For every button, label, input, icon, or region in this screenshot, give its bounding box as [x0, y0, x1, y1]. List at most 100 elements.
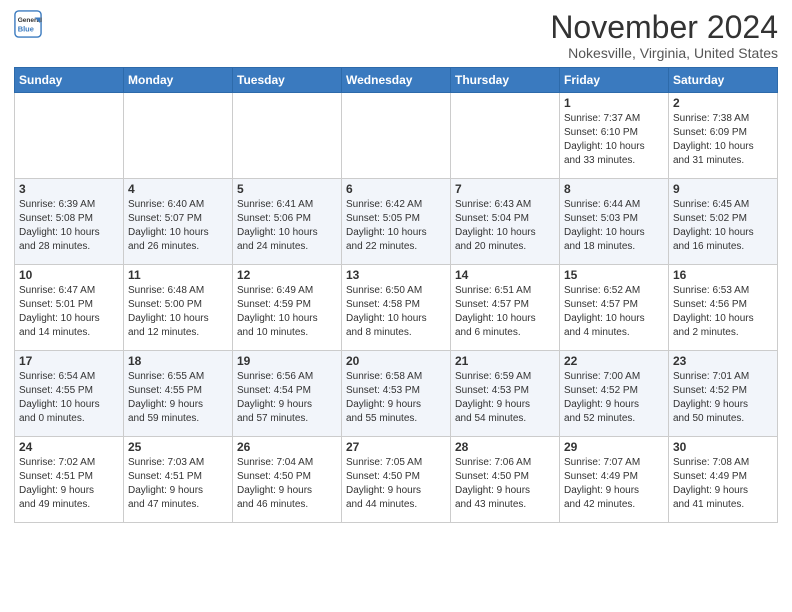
day-number: 14 [455, 268, 555, 282]
weekday-header-thursday: Thursday [451, 68, 560, 93]
day-info: Sunrise: 6:43 AMSunset: 5:04 PMDaylight:… [455, 198, 555, 254]
day-number: 2 [673, 96, 773, 110]
day-info: Sunrise: 6:49 AMSunset: 4:59 PMDaylight:… [237, 284, 337, 340]
svg-text:Blue: Blue [18, 24, 34, 33]
weekday-header-tuesday: Tuesday [233, 68, 342, 93]
day-info: Sunrise: 6:42 AMSunset: 5:05 PMDaylight:… [346, 198, 446, 254]
day-number: 19 [237, 354, 337, 368]
calendar: SundayMondayTuesdayWednesdayThursdayFrid… [14, 67, 778, 523]
calendar-cell: 12 Sunrise: 6:49 AMSunset: 4:59 PMDayligh… [233, 265, 342, 351]
day-number: 23 [673, 354, 773, 368]
day-info: Sunrise: 7:05 AMSunset: 4:50 PMDaylight:… [346, 456, 446, 512]
day-number: 22 [564, 354, 664, 368]
weekday-header-row: SundayMondayTuesdayWednesdayThursdayFrid… [15, 68, 778, 93]
day-number: 7 [455, 182, 555, 196]
weekday-header-wednesday: Wednesday [342, 68, 451, 93]
calendar-cell: 24 Sunrise: 7:02 AMSunset: 4:51 PMDayligh… [15, 437, 124, 523]
calendar-cell: 13Sunrise: 6:50 AMSunset: 4:58 PMDayligh… [342, 265, 451, 351]
day-info: Sunrise: 6:56 AMSunset: 4:54 PMDaylight:… [237, 370, 337, 426]
day-info: Sunrise: 7:06 AMSunset: 4:50 PMDaylight:… [455, 456, 555, 512]
day-info: Sunrise: 6:50 AMSunset: 4:58 PMDaylight:… [346, 284, 446, 340]
calendar-cell: 28 Sunrise: 7:06 AMSunset: 4:50 PMDayligh… [451, 437, 560, 523]
calendar-cell: 30Sunrise: 7:08 AMSunset: 4:49 PMDayligh… [669, 437, 778, 523]
day-info: Sunrise: 7:37 AMSunset: 6:10 PMDaylight:… [564, 112, 664, 168]
day-info: Sunrise: 6:45 AMSunset: 5:02 PMDaylight:… [673, 198, 773, 254]
weekday-header-monday: Monday [124, 68, 233, 93]
day-number: 29 [564, 440, 664, 454]
calendar-week-4: 24 Sunrise: 7:02 AMSunset: 4:51 PMDayligh… [15, 437, 778, 523]
day-info: Sunrise: 6:39 AMSunset: 5:08 PMDaylight:… [19, 198, 119, 254]
day-number: 16 [673, 268, 773, 282]
month-title: November 2024 [550, 10, 778, 45]
calendar-cell: 7 Sunrise: 6:43 AMSunset: 5:04 PMDaylight… [451, 179, 560, 265]
day-number: 10 [19, 268, 119, 282]
calendar-week-1: 3 Sunrise: 6:39 AMSunset: 5:08 PMDaylight… [15, 179, 778, 265]
calendar-cell: 25 Sunrise: 7:03 AMSunset: 4:51 PMDayligh… [124, 437, 233, 523]
day-info: Sunrise: 6:48 AMSunset: 5:00 PMDaylight:… [128, 284, 228, 340]
calendar-cell: 5Sunrise: 6:41 AMSunset: 5:06 PMDaylight… [233, 179, 342, 265]
day-number: 24 [19, 440, 119, 454]
day-number: 21 [455, 354, 555, 368]
day-info: Sunrise: 6:58 AMSunset: 4:53 PMDaylight:… [346, 370, 446, 426]
calendar-cell [124, 93, 233, 179]
title-block: November 2024 Nokesville, Virginia, Unit… [550, 10, 778, 61]
day-number: 25 [128, 440, 228, 454]
calendar-cell: 4Sunrise: 6:40 AMSunset: 5:07 PMDaylight… [124, 179, 233, 265]
day-number: 8 [564, 182, 664, 196]
calendar-cell: 29Sunrise: 7:07 AMSunset: 4:49 PMDayligh… [560, 437, 669, 523]
calendar-cell [233, 93, 342, 179]
calendar-week-3: 17 Sunrise: 6:54 AMSunset: 4:55 PMDayligh… [15, 351, 778, 437]
calendar-cell: 23Sunrise: 7:01 AMSunset: 4:52 PMDayligh… [669, 351, 778, 437]
calendar-cell: 22 Sunrise: 7:00 AMSunset: 4:52 PMDayligh… [560, 351, 669, 437]
calendar-week-2: 10 Sunrise: 6:47 AMSunset: 5:01 PMDayligh… [15, 265, 778, 351]
location: Nokesville, Virginia, United States [550, 45, 778, 61]
day-info: Sunrise: 7:00 AMSunset: 4:52 PMDaylight:… [564, 370, 664, 426]
calendar-cell [15, 93, 124, 179]
day-info: Sunrise: 6:55 AMSunset: 4:55 PMDaylight:… [128, 370, 228, 426]
day-number: 28 [455, 440, 555, 454]
day-info: Sunrise: 6:41 AMSunset: 5:06 PMDaylight:… [237, 198, 337, 254]
day-info: Sunrise: 6:47 AMSunset: 5:01 PMDaylight:… [19, 284, 119, 340]
weekday-header-friday: Friday [560, 68, 669, 93]
calendar-cell: 17 Sunrise: 6:54 AMSunset: 4:55 PMDayligh… [15, 351, 124, 437]
day-number: 3 [19, 182, 119, 196]
calendar-cell: 8 Sunrise: 6:44 AMSunset: 5:03 PMDaylight… [560, 179, 669, 265]
calendar-cell [451, 93, 560, 179]
calendar-cell: 16Sunrise: 6:53 AMSunset: 4:56 PMDayligh… [669, 265, 778, 351]
weekday-header-sunday: Sunday [15, 68, 124, 93]
calendar-cell: 3 Sunrise: 6:39 AMSunset: 5:08 PMDaylight… [15, 179, 124, 265]
day-info: Sunrise: 6:59 AMSunset: 4:53 PMDaylight:… [455, 370, 555, 426]
logo: General Blue [14, 10, 44, 38]
calendar-cell: 18Sunrise: 6:55 AMSunset: 4:55 PMDayligh… [124, 351, 233, 437]
day-info: Sunrise: 6:40 AMSunset: 5:07 PMDaylight:… [128, 198, 228, 254]
day-info: Sunrise: 7:04 AMSunset: 4:50 PMDaylight:… [237, 456, 337, 512]
calendar-cell: 20 Sunrise: 6:58 AMSunset: 4:53 PMDayligh… [342, 351, 451, 437]
calendar-cell: 11Sunrise: 6:48 AMSunset: 5:00 PMDayligh… [124, 265, 233, 351]
day-info: Sunrise: 7:03 AMSunset: 4:51 PMDaylight:… [128, 456, 228, 512]
day-number: 15 [564, 268, 664, 282]
day-number: 20 [346, 354, 446, 368]
calendar-cell: 9Sunrise: 6:45 AMSunset: 5:02 PMDaylight… [669, 179, 778, 265]
calendar-week-0: 1 Sunrise: 7:37 AMSunset: 6:10 PMDaylight… [15, 93, 778, 179]
weekday-header-saturday: Saturday [669, 68, 778, 93]
calendar-cell: 19 Sunrise: 6:56 AMSunset: 4:54 PMDayligh… [233, 351, 342, 437]
day-info: Sunrise: 6:51 AMSunset: 4:57 PMDaylight:… [455, 284, 555, 340]
day-info: Sunrise: 6:44 AMSunset: 5:03 PMDaylight:… [564, 198, 664, 254]
calendar-cell: 27Sunrise: 7:05 AMSunset: 4:50 PMDayligh… [342, 437, 451, 523]
calendar-cell: 26 Sunrise: 7:04 AMSunset: 4:50 PMDayligh… [233, 437, 342, 523]
calendar-cell: 1 Sunrise: 7:37 AMSunset: 6:10 PMDaylight… [560, 93, 669, 179]
day-number: 6 [346, 182, 446, 196]
calendar-cell: 21 Sunrise: 6:59 AMSunset: 4:53 PMDayligh… [451, 351, 560, 437]
day-info: Sunrise: 7:02 AMSunset: 4:51 PMDaylight:… [19, 456, 119, 512]
calendar-cell: 15Sunrise: 6:52 AMSunset: 4:57 PMDayligh… [560, 265, 669, 351]
calendar-cell: 6 Sunrise: 6:42 AMSunset: 5:05 PMDaylight… [342, 179, 451, 265]
day-info: Sunrise: 6:54 AMSunset: 4:55 PMDaylight:… [19, 370, 119, 426]
calendar-cell: 14 Sunrise: 6:51 AMSunset: 4:57 PMDayligh… [451, 265, 560, 351]
day-number: 30 [673, 440, 773, 454]
day-number: 17 [19, 354, 119, 368]
day-number: 26 [237, 440, 337, 454]
calendar-cell: 2Sunrise: 7:38 AMSunset: 6:09 PMDaylight… [669, 93, 778, 179]
day-number: 12 [237, 268, 337, 282]
day-number: 1 [564, 96, 664, 110]
header: General Blue November 2024 Nokesville, V… [14, 10, 778, 61]
